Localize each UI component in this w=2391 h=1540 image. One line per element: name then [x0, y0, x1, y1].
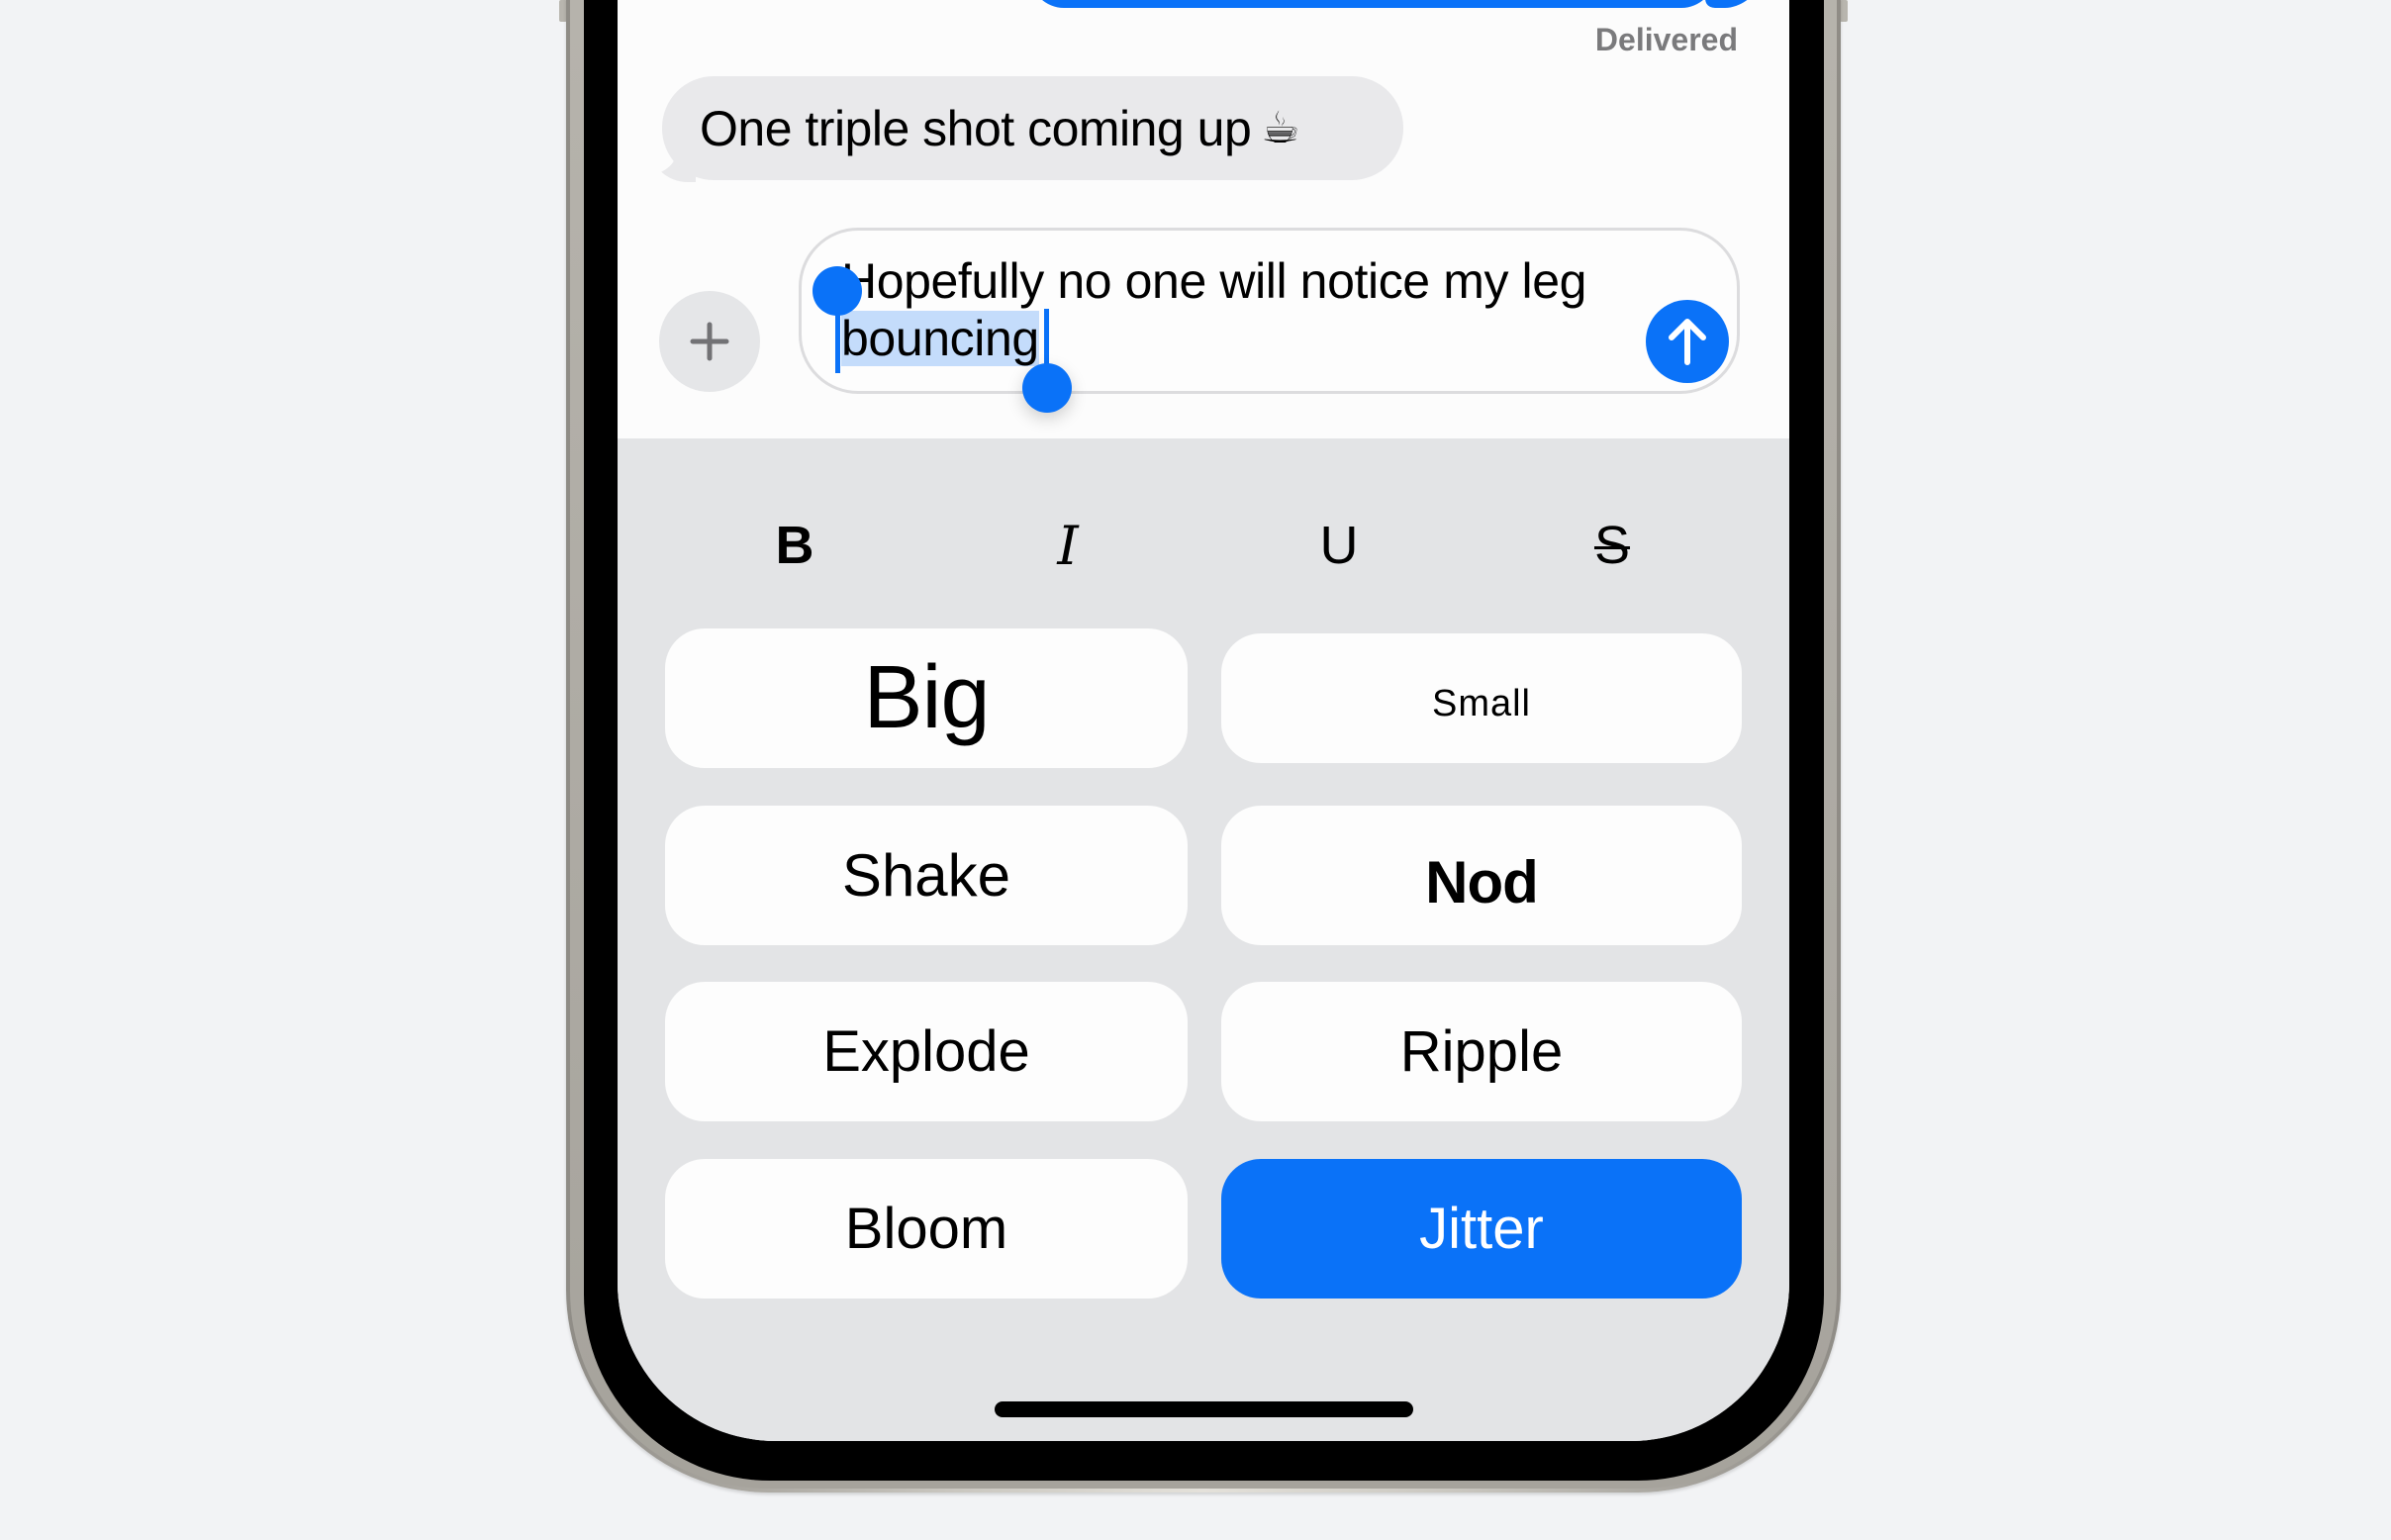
sent-message-bubble[interactable] [1030, 0, 1715, 8]
message-input-text[interactable]: Hopefully no one will notice my leg boun… [841, 252, 1633, 367]
underline-button[interactable]: U [1294, 508, 1384, 583]
text-effects-panel: B I U S Big Small Shake Nod Explode Ripp… [618, 438, 1789, 1441]
effect-explode-button[interactable]: Explode [665, 982, 1188, 1121]
send-button[interactable] [1646, 300, 1729, 383]
italic-button[interactable]: I [1023, 508, 1112, 583]
formatting-toolbar: B I U S [618, 438, 1789, 626]
effect-jitter-button[interactable]: Jitter [1221, 1159, 1742, 1299]
received-message-text: One triple shot coming up [700, 100, 1252, 156]
effect-big-button[interactable]: Big [665, 628, 1188, 768]
arrow-up-icon [1669, 319, 1706, 365]
delivered-status: Delivered [1594, 22, 1738, 57]
side-button-right [1840, 0, 1848, 22]
strikethrough-button[interactable]: S [1568, 508, 1657, 583]
selection-start-handle[interactable] [813, 266, 862, 316]
sent-bubble-tail [1700, 0, 1764, 8]
effect-ripple-button[interactable]: Ripple [1221, 982, 1742, 1121]
add-attachment-button[interactable] [659, 291, 760, 392]
bold-button[interactable]: B [750, 508, 839, 583]
selected-text[interactable]: bouncing [841, 311, 1039, 366]
coffee-emoji: ☕ [1261, 104, 1300, 152]
home-indicator[interactable] [995, 1401, 1413, 1417]
effect-nod-button[interactable]: Nod [1221, 806, 1742, 945]
received-message-bubble[interactable]: One triple shot coming up ☕ [662, 76, 1403, 180]
selection-end-handle[interactable] [1022, 363, 1072, 413]
message-text-unselected: Hopefully no one will notice my leg [841, 253, 1587, 309]
effect-shake-button[interactable]: Shake [665, 806, 1188, 945]
effect-small-button[interactable]: Small [1221, 633, 1742, 763]
plus-icon [690, 322, 729, 361]
phone-screen: Delivered One triple shot coming up ☕ Ho… [618, 0, 1789, 1441]
message-input[interactable]: Hopefully no one will notice my leg boun… [799, 228, 1740, 394]
effect-bloom-button[interactable]: Bloom [665, 1159, 1188, 1299]
